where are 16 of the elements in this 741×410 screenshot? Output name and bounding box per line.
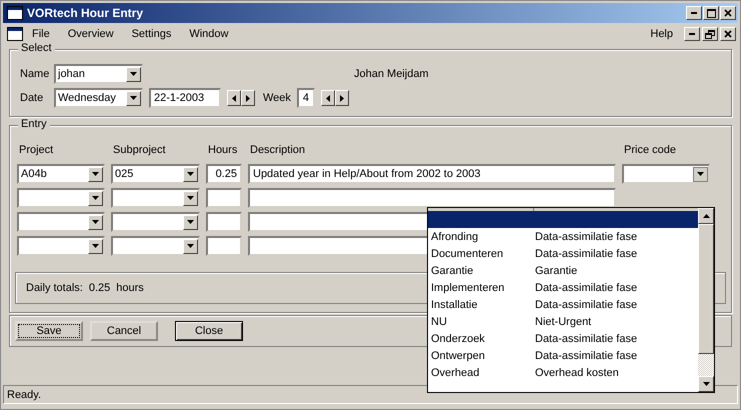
totals-label: Daily totals: [26,282,83,294]
group-title: Select [18,42,55,54]
name-label: Name [20,68,48,80]
column-header: Subproject [112,144,167,158]
column-header: Price code [623,144,677,158]
column-header: Project [18,144,54,158]
column-header: Hours [207,144,238,158]
group-title: Entry [18,118,50,130]
totals-unit: hours [116,282,144,294]
totals-value: 0.25 [88,282,110,294]
status-text: Ready. [7,388,42,400]
window-title: VORtech Hour Entry [27,6,144,20]
date-label: Date [20,92,44,104]
column-header: Description [249,144,306,158]
full-name: Johan Meijdam [354,68,429,80]
week-label: Week [263,92,291,104]
